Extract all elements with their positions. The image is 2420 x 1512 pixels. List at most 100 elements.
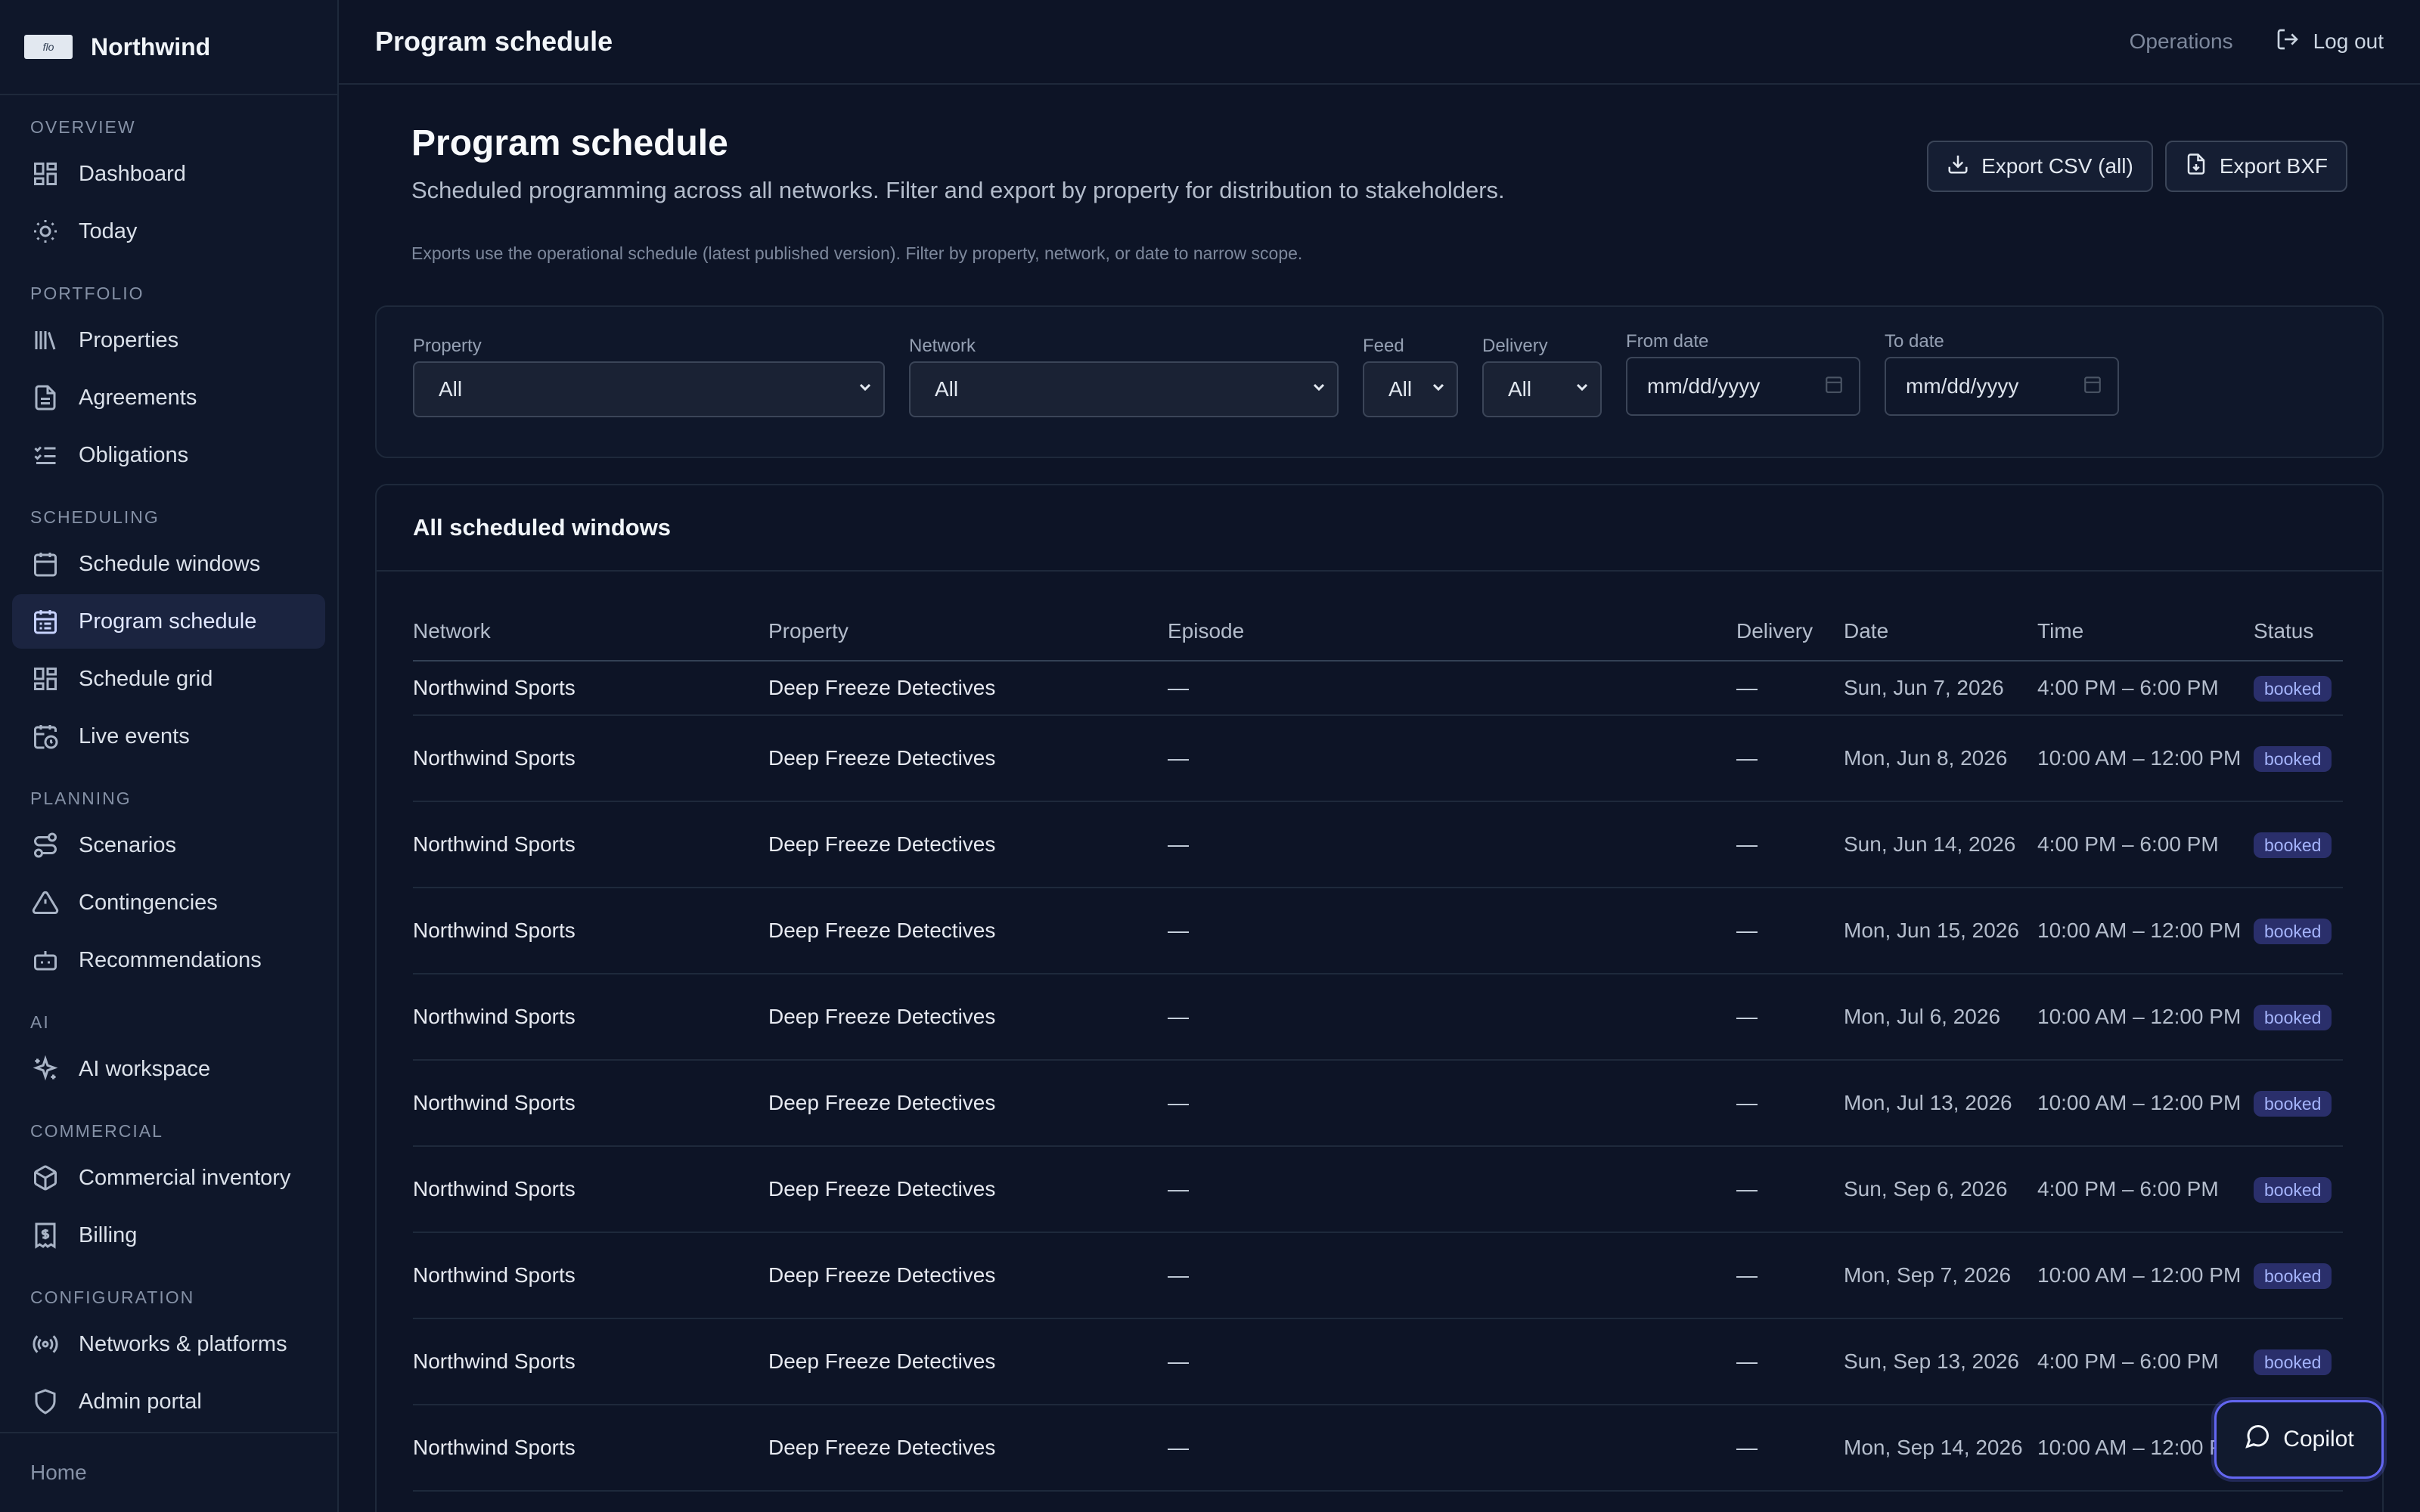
cell-delivery: — [1736, 1318, 1844, 1405]
chat-bubble-icon [2244, 1423, 2271, 1456]
cell-episode: — [1168, 1060, 1736, 1147]
column-header-property: Property [768, 602, 1168, 662]
sidebar-item-billing[interactable]: Billing [12, 1208, 325, 1263]
cell-time: 4:00 PM – 6:00 PM [2037, 1146, 2254, 1233]
brand[interactable]: ﬂo Northwind [0, 0, 337, 95]
nav-section-configuration: Configuration [30, 1287, 195, 1307]
cell-episode: — [1168, 661, 1736, 716]
table-row[interactable]: Northwind SportsDeep Freeze Detectives——… [413, 1060, 2343, 1147]
nav-section-overview: Overview [30, 117, 136, 137]
cell-date: Sun, Jun 7, 2026 [1844, 661, 2037, 716]
delivery-select[interactable]: All [1482, 361, 1602, 417]
sidebar-item-label: Schedule grid [79, 666, 213, 691]
nav-section-planning: Planning [30, 789, 132, 808]
sidebar-item-commercial-inventory[interactable]: Commercial inventory [12, 1151, 325, 1205]
table-row[interactable]: Northwind SportsDeep Freeze Detectives——… [413, 801, 2343, 888]
cell-property: Deep Freeze Detectives [768, 1318, 1168, 1405]
main-content: Program schedule Scheduled programming a… [339, 85, 2420, 1512]
to-date-input[interactable]: mm/dd/yyyy [1885, 357, 2119, 416]
sparkles-icon [30, 1054, 60, 1084]
cell-status: booked [2254, 1232, 2343, 1319]
sidebar-item-label: Admin portal [79, 1389, 202, 1414]
sidebar-item-today[interactable]: Today [12, 204, 325, 259]
cell-delivery: — [1736, 974, 1844, 1061]
topbar-title: Program schedule [375, 26, 613, 57]
cell-property: Deep Freeze Detectives [768, 801, 1168, 888]
cell-time: 4:00 PM – 6:00 PM [2037, 1318, 2254, 1405]
sidebar-footer-home[interactable]: Home [0, 1432, 337, 1512]
table-row[interactable]: Northwind SportsDeep Freeze Detectives——… [413, 1318, 2343, 1405]
sidebar-item-recommendations[interactable]: Recommendations [12, 933, 325, 987]
cell-network: Northwind Sports [413, 888, 768, 974]
status-badge: booked [2254, 919, 2332, 944]
cell-date: Mon, Jun 15, 2026 [1844, 888, 2037, 974]
to-date-placeholder: mm/dd/yyyy [1906, 374, 2019, 398]
property-select-value: All [439, 377, 463, 401]
feed-select[interactable]: All [1363, 361, 1458, 417]
sidebar-item-networks-platforms[interactable]: Networks & platforms [12, 1317, 325, 1371]
column-header-network: Network [413, 602, 768, 662]
sidebar-item-schedule-windows[interactable]: Schedule windows [12, 537, 325, 591]
sidebar-item-obligations[interactable]: Obligations [12, 428, 325, 482]
table-row[interactable]: Northwind SportsDeep Freeze Detectives——… [413, 1405, 2343, 1492]
export-bxf-button[interactable]: Export BXF [2164, 141, 2347, 192]
cell-episode: — [1168, 1146, 1736, 1233]
column-header-status: Status [2254, 602, 2343, 662]
property-select[interactable]: All [413, 361, 885, 417]
sidebar-item-properties[interactable]: Properties [12, 313, 325, 367]
sidebar-item-live-events[interactable]: Live events [12, 709, 325, 764]
table-row[interactable]: Northwind SportsDeep Freeze Detectives——… [413, 1146, 2343, 1233]
table-row[interactable]: Northwind SportsDeep Freeze Detectives——… [413, 974, 2343, 1061]
page-title: Program schedule [411, 123, 728, 163]
cell-time: 10:00 AM – 12:00 PM [2037, 1232, 2254, 1319]
sidebar-item-agreements[interactable]: Agreements [12, 370, 325, 425]
sidebar-item-program-schedule[interactable]: Program schedule [12, 594, 325, 649]
grid-icon [30, 159, 60, 189]
cell-delivery: — [1736, 1232, 1844, 1319]
sidebar-item-contingencies[interactable]: Contingencies [12, 875, 325, 930]
calendar-icon[interactable] [2083, 374, 2102, 399]
table-row[interactable]: Northwind SportsDeep Freeze Detectives——… [413, 715, 2343, 802]
network-select[interactable]: All [909, 361, 1339, 417]
table-row[interactable]: Northwind SportsDeep Freeze Detectives——… [413, 661, 2343, 716]
sidebar-item-label: Properties [79, 327, 179, 352]
sidebar-item-ai-workspace[interactable]: AI workspace [12, 1042, 325, 1096]
cell-episode: — [1168, 888, 1736, 974]
table-row[interactable]: Northwind SportsDeep Freeze Detectives——… [413, 1491, 2343, 1512]
table-row[interactable]: Northwind SportsDeep Freeze Detectives——… [413, 1232, 2343, 1319]
cell-date: Mon, Jun 8, 2026 [1844, 715, 2037, 802]
cell-property: Deep Freeze Detectives [768, 888, 1168, 974]
logout-button[interactable]: Log out [2276, 27, 2384, 57]
cell-status [2254, 1491, 2343, 1512]
copilot-label: Copilot [2283, 1427, 2354, 1452]
status-badge: booked [2254, 1091, 2332, 1117]
operations-link[interactable]: Operations [2130, 29, 2233, 54]
sidebar-item-dashboard[interactable]: Dashboard [12, 147, 325, 201]
calendar-clock-icon [30, 721, 60, 751]
sidebar-item-schedule-grid[interactable]: Schedule grid [12, 652, 325, 706]
nav-section-commercial: Commercial [30, 1121, 163, 1141]
cell-network: Northwind Sports [413, 661, 768, 716]
sidebar-item-label: Contingencies [79, 890, 218, 915]
cell-delivery: — [1736, 661, 1844, 716]
from-date-input[interactable]: mm/dd/yyyy [1626, 357, 1860, 416]
copilot-button[interactable]: Copilot [2214, 1400, 2384, 1479]
cell-time: 4:00 PM – 6:00 PM [2037, 801, 2254, 888]
cell-date: Mon, Sep 14, 2026 [1844, 1405, 2037, 1492]
cell-property: Deep Freeze Detectives [768, 715, 1168, 802]
table-body: Northwind Sports Deep Freeze Detectives — —… [413, 661, 2343, 1512]
cell-status: booked [2254, 1146, 2343, 1233]
status-badge: booked [2254, 676, 2332, 702]
shield-icon [30, 1387, 60, 1417]
calendar-icon[interactable] [1824, 374, 1844, 399]
column-header-time: Time [2037, 602, 2254, 662]
sidebar-item-admin-portal[interactable]: Admin portal [12, 1374, 325, 1429]
export-csv-button[interactable]: Export CSV (all) [1927, 141, 2153, 192]
cell-status: booked [2254, 1060, 2343, 1147]
table-row[interactable]: Northwind SportsDeep Freeze Detectives——… [413, 888, 2343, 974]
sidebar-item-scenarios[interactable]: Scenarios [12, 818, 325, 872]
cell-status: booked [2254, 801, 2343, 888]
page-note: Exports use the operational schedule (la… [411, 243, 1303, 263]
status-badge: booked [2254, 832, 2332, 858]
cell-episode: — [1168, 715, 1736, 802]
